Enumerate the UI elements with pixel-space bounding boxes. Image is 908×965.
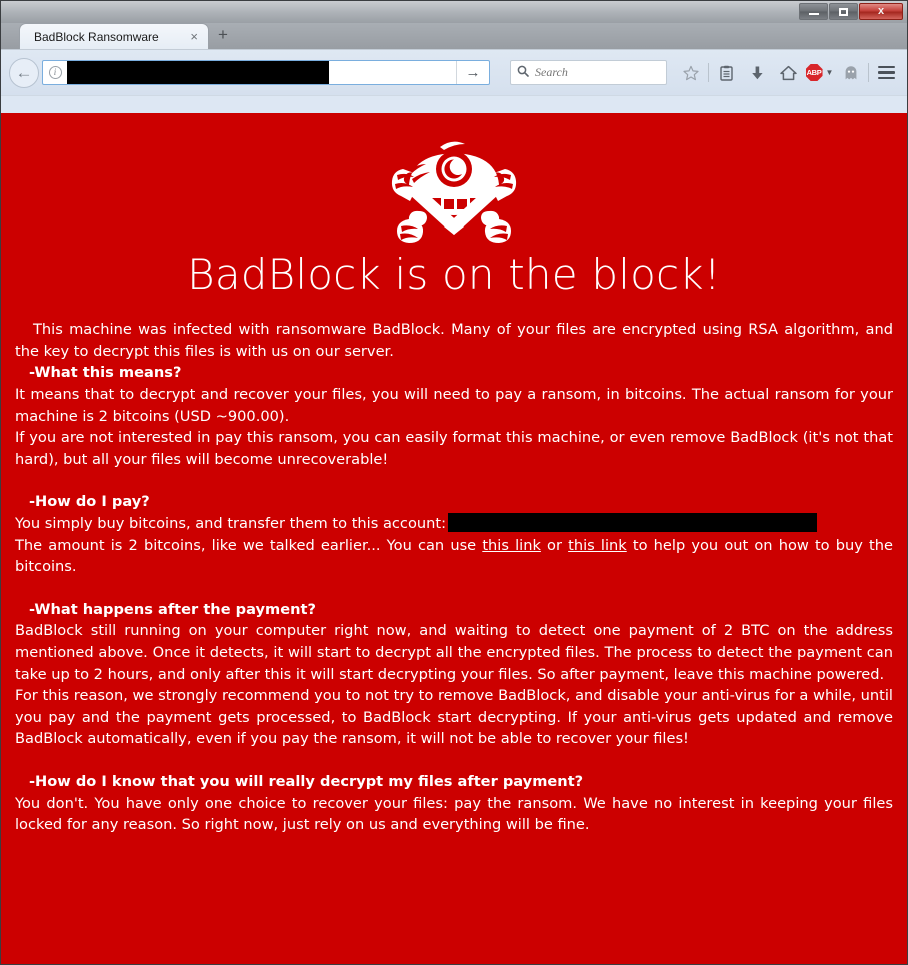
menu-icon[interactable]	[871, 58, 902, 88]
heading-really-decrypt: -How do I know that you will really decr…	[29, 772, 584, 790]
adblock-plus-icon[interactable]: ABP ▼	[804, 58, 835, 88]
amount-text-a: The amount is 2 bitcoins, like we talked…	[15, 536, 483, 554]
address-bar-input[interactable]	[329, 61, 456, 84]
bitcoin-address-redaction	[448, 513, 818, 533]
back-button[interactable]: ←	[9, 57, 39, 88]
heading-after-payment: -What happens after the payment?	[29, 600, 316, 618]
downloads-icon[interactable]	[742, 58, 773, 88]
toolbar-divider	[868, 63, 869, 82]
chevron-down-icon: ▼	[825, 68, 834, 77]
paragraph-ransom-amount: It means that to decrypt and recover you…	[15, 386, 893, 425]
page-body: This machine was infected with ransomwar…	[15, 319, 893, 835]
bookmarks-bar	[1, 95, 907, 113]
page-title: BadBlock is on the block!	[187, 250, 721, 299]
new-tab-button[interactable]: +	[209, 26, 237, 45]
close-icon: x	[877, 5, 885, 17]
page-viewport: BadBlock is on the block! This machine w…	[1, 113, 907, 964]
page-hero: BadBlock is on the block!	[15, 113, 893, 299]
paragraph-no-guarantee: You don't. You have only one choice to r…	[15, 794, 893, 834]
hamburger-glyph	[878, 65, 895, 80]
adblock-plus-badge: ABP	[805, 64, 823, 81]
go-button[interactable]: →	[456, 61, 489, 84]
window-titlebar: x	[1, 1, 907, 23]
search-icon	[517, 65, 529, 80]
browser-window: x BadBlock Ransomware × + ← i → Search A…	[0, 0, 908, 965]
tab-title: BadBlock Ransomware	[34, 29, 159, 44]
ghostery-icon[interactable]	[835, 58, 866, 88]
badblock-monster-logo	[391, 141, 517, 243]
go-arrow-icon: →	[465, 64, 481, 81]
minimize-icon	[808, 13, 819, 15]
home-icon[interactable]	[773, 58, 804, 88]
paragraph-account: You simply buy bitcoins, and transfer th…	[15, 513, 893, 535]
address-bar[interactable]: i →	[42, 60, 490, 85]
info-icon: i	[48, 66, 62, 79]
maximize-icon	[839, 7, 848, 16]
site-info-button[interactable]: i	[43, 61, 67, 84]
paragraph-buy-bitcoins: The amount is 2 bitcoins, like we talked…	[15, 535, 893, 578]
amount-text-mid: or	[540, 536, 569, 554]
search-box[interactable]	[510, 60, 667, 85]
intro-paragraph: This machine was infected with ransomwar…	[15, 321, 893, 360]
paragraph-format-warning: If you are not interested in pay this ra…	[15, 429, 893, 468]
toolbar-icon-group: ABP ▼	[675, 58, 902, 88]
link-two[interactable]: this link	[568, 537, 627, 554]
tab-close-icon[interactable]: ×	[190, 30, 198, 43]
heading-how-do-i-pay: -How do I pay?	[29, 493, 150, 511]
link-one[interactable]: this link	[482, 537, 541, 554]
account-prefix-text: You simply buy bitcoins, and transfer th…	[15, 515, 447, 533]
tab-badblock-ransomware[interactable]: BadBlock Ransomware ×	[19, 23, 209, 49]
window-controls: x	[799, 3, 903, 20]
back-arrow-icon: ←	[15, 62, 33, 82]
tab-strip: BadBlock Ransomware × +	[1, 23, 907, 49]
reading-list-icon[interactable]	[711, 58, 742, 88]
close-button[interactable]: x	[859, 3, 903, 20]
bookmark-star-icon[interactable]	[675, 58, 706, 88]
address-bar-redaction	[67, 61, 329, 84]
maximize-button[interactable]	[829, 3, 858, 20]
navigation-toolbar: ← i → Search ABP ▼	[1, 49, 907, 95]
minimize-button[interactable]	[799, 3, 828, 20]
heading-what-this-means: -What this means?	[29, 364, 182, 382]
paragraph-antivirus: For this reason, we strongly recommend y…	[15, 687, 893, 748]
paragraph-detection: BadBlock still running on your computer …	[15, 622, 893, 683]
toolbar-divider	[708, 63, 709, 82]
search-input[interactable]	[535, 65, 660, 80]
